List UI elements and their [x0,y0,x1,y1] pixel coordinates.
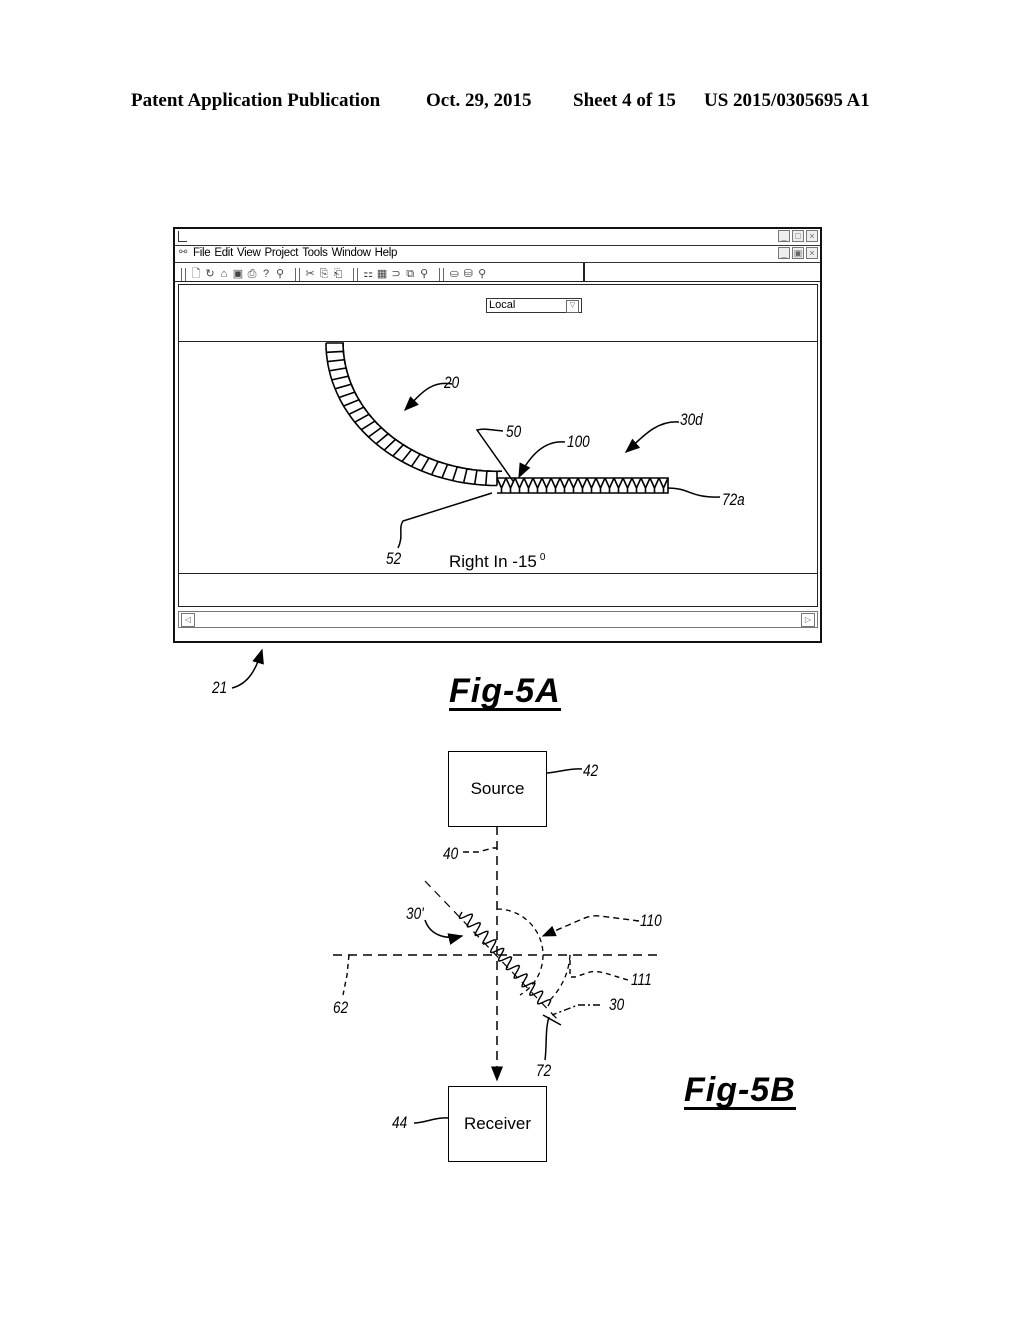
straight-arm-corrugations [496,477,669,493]
source-label: Source [470,779,525,798]
ref-label-20: 20 [444,373,460,392]
degree-symbol: 0 [539,552,546,564]
ref-label-100: 100 [567,432,590,451]
ref-label-40: 40 [443,844,459,863]
ref-label-52: 52 [386,549,402,568]
ref-label-30d: 30d [680,410,703,429]
leader-110 [541,915,640,937]
orientation-status-text: Right In -15 [449,552,537,571]
coil-axis [424,880,561,1023]
ref-label-72a: 72a [722,490,745,509]
ref-label-72: 72 [536,1061,552,1080]
leader-100 [518,441,566,479]
figure-caption-5b: Fig-5B [684,1071,796,1110]
ref-label-42: 42 [583,761,599,780]
leader-111 [569,955,629,981]
ref-label-62: 62 [333,998,349,1017]
leader-52 [397,492,493,549]
straight-arm-30d [496,477,669,494]
ref-label-21: 21 [212,678,228,697]
ref-label-110: 110 [640,911,662,930]
ref-label-50: 50 [506,422,522,441]
ref-label-30: 30 [609,995,625,1014]
ref-label-44: 44 [392,1113,408,1132]
source-box: Source [448,751,547,827]
arc-111b [549,954,571,1001]
leader-30 [551,1004,600,1016]
leader-30-prime [424,919,464,945]
arm-inner-edge [342,342,498,473]
receiver-label: Receiver [463,1114,532,1133]
coil-30-prime [458,911,552,1007]
leader-62 [342,954,350,996]
ref-label-111: 111 [631,970,652,989]
orientation-status: Right In -15 0 [449,552,545,572]
leader-72 [544,1016,550,1061]
leader-40 [463,847,497,853]
figure-caption-5a: Fig-5A [449,672,561,711]
leader-44 [413,1117,450,1124]
leader-30d [624,421,680,453]
arm-outer-edge [325,342,498,487]
leader-21 [231,648,264,689]
receiver-box: Receiver [448,1086,547,1162]
arm-corrugations [326,342,503,486]
leader-42 [546,768,583,774]
curved-arm-20 [325,342,503,487]
leader-72a [667,487,721,498]
coil-end-tick [542,1014,562,1026]
ref-label-30-prime: 30' [406,904,424,923]
